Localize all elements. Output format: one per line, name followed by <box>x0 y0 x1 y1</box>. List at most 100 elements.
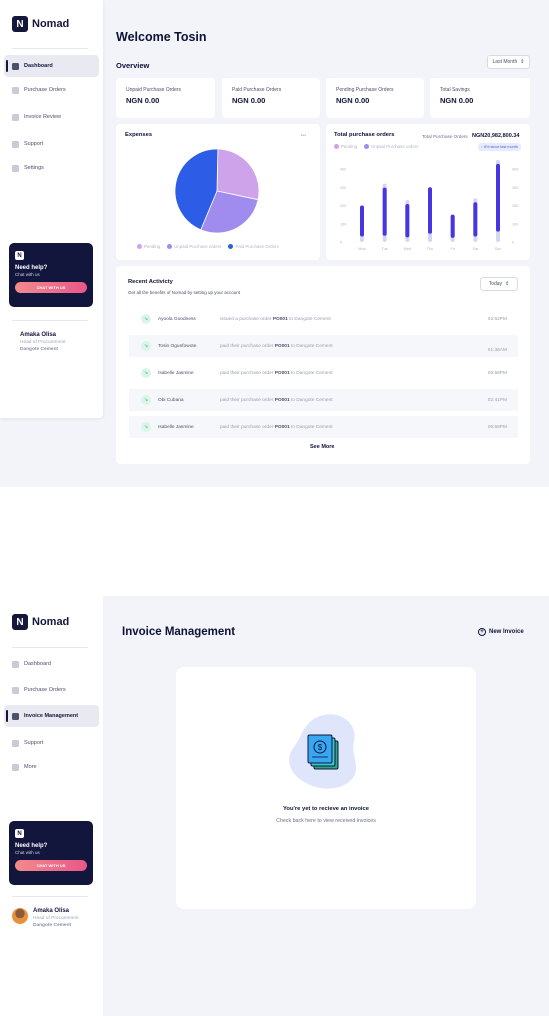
sidebar-item-settings[interactable]: Settings <box>4 157 99 179</box>
brand-logo[interactable]: N Nomad <box>12 16 69 32</box>
empty-state-subtitle: Check back here to view received invoice… <box>276 818 376 824</box>
x-tick-label: Sat <box>472 247 479 251</box>
divider <box>12 48 88 49</box>
stat-label: Unpaid Purchase Orders <box>126 87 182 93</box>
bar-unpaid-wed[interactable] <box>405 204 410 238</box>
sidebar-item-label: Purchase Orders <box>24 87 66 93</box>
y-tick-label-left: 400 <box>340 168 346 172</box>
activity-row[interactable]: ↘ Tosin Ogunfowote paid their purchase o… <box>129 335 518 357</box>
bar-unpaid-sat[interactable] <box>473 202 478 237</box>
chat-with-us-button[interactable]: CHAT WITH US <box>15 282 87 293</box>
document-icon <box>12 686 19 694</box>
sidebar-item-label: Dashboard <box>24 661 51 667</box>
activity-row[interactable]: ↘ Ayoola Goodness issued a purchase orde… <box>129 308 518 330</box>
bar-unpaid-tue[interactable] <box>382 187 387 236</box>
sidebar-item-support[interactable]: Support <box>4 732 99 754</box>
period-value: Last Month <box>492 59 518 65</box>
bar-unpaid-sun[interactable] <box>496 163 500 232</box>
sidebar-item-dashboard[interactable]: Dashboard <box>4 653 99 675</box>
sidebar-item-purchase-orders[interactable]: Purchase Orders <box>4 79 99 101</box>
arrow-icon: ↘ <box>141 422 151 432</box>
legend-item: Paid Purchase Orders <box>228 244 279 249</box>
activity-time: 02:52PM <box>487 316 507 322</box>
sidebar: N Nomad Dashboard Purchase Orders Invoic… <box>0 0 103 418</box>
activity-user: Ayoola Goodness <box>158 316 196 322</box>
more-icon <box>12 763 19 771</box>
sidebar-item-purchase-orders[interactable]: Purchase Orders <box>4 679 99 701</box>
dashboard-icon <box>12 62 19 70</box>
y-tick-label-right: 300 <box>512 186 518 190</box>
x-tick-label: Wed <box>403 247 411 251</box>
period-select[interactable]: Last Month ⇕ <box>487 55 530 69</box>
activity-text: paid their purchase order PO001 to Dango… <box>220 343 333 349</box>
x-tick-label: Sun <box>495 247 502 251</box>
logo-text: Nomad <box>32 616 70 628</box>
sidebar-item-dashboard[interactable]: Dashboard <box>4 55 99 77</box>
user-org: Dangote Cement <box>20 347 59 352</box>
new-invoice-button[interactable]: + New Invoice <box>478 628 524 636</box>
expenses-pie-chart <box>174 148 260 234</box>
sidebar-item-label: Invoice Management <box>24 713 79 719</box>
help-card: N Need help? Chat with us CHAT WITH US <box>9 243 93 307</box>
activity-row[interactable]: ↘ Obi Cubana paid their purchase order P… <box>129 389 518 411</box>
legend-swatch <box>137 244 142 249</box>
sidebar-item-more[interactable]: More <box>4 756 99 778</box>
activity-user: Isabelle Jasmine <box>158 370 194 376</box>
sidebar-item-label: Purchase Orders <box>24 687 66 693</box>
activity-row[interactable]: ↘ Isabelle Jasmine paid their purchase o… <box>129 362 518 384</box>
user-role: Head of Procurement <box>20 340 66 345</box>
activity-time: 06:58PM <box>487 424 507 430</box>
empty-state-card: $ You're yet to recieve an invoice Check… <box>176 667 476 909</box>
avatar <box>12 908 28 924</box>
spacer <box>0 487 549 596</box>
user-name: Amaka Olisa <box>20 332 57 338</box>
legend-swatch <box>228 244 234 249</box>
brand-logo[interactable]: N Nomad <box>12 614 69 630</box>
x-tick-label: Mon <box>358 247 365 251</box>
activity-user: Tosin Ogunfowote <box>158 343 197 349</box>
bar-unpaid-fri[interactable] <box>450 214 455 238</box>
x-tick-label: Fri <box>450 247 455 251</box>
bar-unpaid-mon[interactable] <box>360 205 364 237</box>
sidebar-item-label: More <box>24 764 37 770</box>
y-tick-label-left: 0 <box>340 241 342 245</box>
invoice-icon <box>12 712 19 720</box>
activity-text: issued a purchase order PO001 to Dangote… <box>220 316 331 322</box>
chat-with-us-button[interactable]: CHAT WITH US <box>15 860 87 871</box>
sidebar-item-invoice-management[interactable]: Invoice Management <box>4 705 99 727</box>
user-role: Head of Procurement <box>33 916 79 921</box>
see-more-link[interactable]: See More <box>310 444 334 450</box>
bar-unpaid-thu[interactable] <box>428 187 432 234</box>
dashboard-icon <box>12 660 19 668</box>
help-title: Need help? <box>15 265 48 271</box>
user-profile[interactable]: Amaka Olisa Head of Procurement Dangote … <box>12 908 79 928</box>
stat-card: Paid Purchase Orders NGN 0.00 <box>222 78 320 118</box>
help-logo-icon: N <box>15 251 24 260</box>
stat-value: NGN 0.00 <box>440 96 474 105</box>
arrow-icon: ↘ <box>141 314 151 324</box>
arrow-icon: ↘ <box>141 395 151 405</box>
y-tick-label-right: 100 <box>512 222 518 226</box>
expenses-card: Expenses ••• Pending Unpaid Purchase ord… <box>116 124 320 260</box>
purchase-orders-bar-chart: 0 0 100 100 200 200 300 300 400 400 Mon Tue Wed Thu Fr… <box>340 159 518 251</box>
activity-row[interactable]: ↘ Isabelle Jasmine paid their purchase o… <box>129 416 518 438</box>
activity-time: 06:58PM <box>487 370 507 376</box>
document-icon <box>12 86 19 94</box>
overview-heading: Overview <box>116 61 150 70</box>
activity-time: 02:41PM <box>487 397 507 403</box>
logo-text: Nomad <box>32 18 70 30</box>
activity-text: paid their purchase order PO001 to Dango… <box>220 424 333 430</box>
user-profile[interactable]: Amaka Olisa Head of Procurement Dangote … <box>20 332 66 352</box>
activity-filter-select[interactable]: Today ⇕ <box>480 277 518 291</box>
arrow-icon: ↘ <box>141 368 151 378</box>
recent-activity-card: Recent Activicty Get all the benefits of… <box>116 266 530 464</box>
activity-user: Obi Cubana <box>158 397 184 403</box>
sidebar-item-invoice-review[interactable]: Invoice Review <box>4 106 99 128</box>
sidebar-item-support[interactable]: Support <box>4 133 99 155</box>
sidebar: N Nomad Dashboard Purchase Orders Invoic… <box>0 596 103 1016</box>
y-tick-label-left: 100 <box>340 222 346 226</box>
stat-label: Paid Purchase Orders <box>232 87 282 93</box>
filter-value: Today <box>488 281 503 287</box>
activity-text: paid their purchase order PO001 to Dango… <box>220 370 333 376</box>
x-tick-label: Tue <box>381 247 387 251</box>
